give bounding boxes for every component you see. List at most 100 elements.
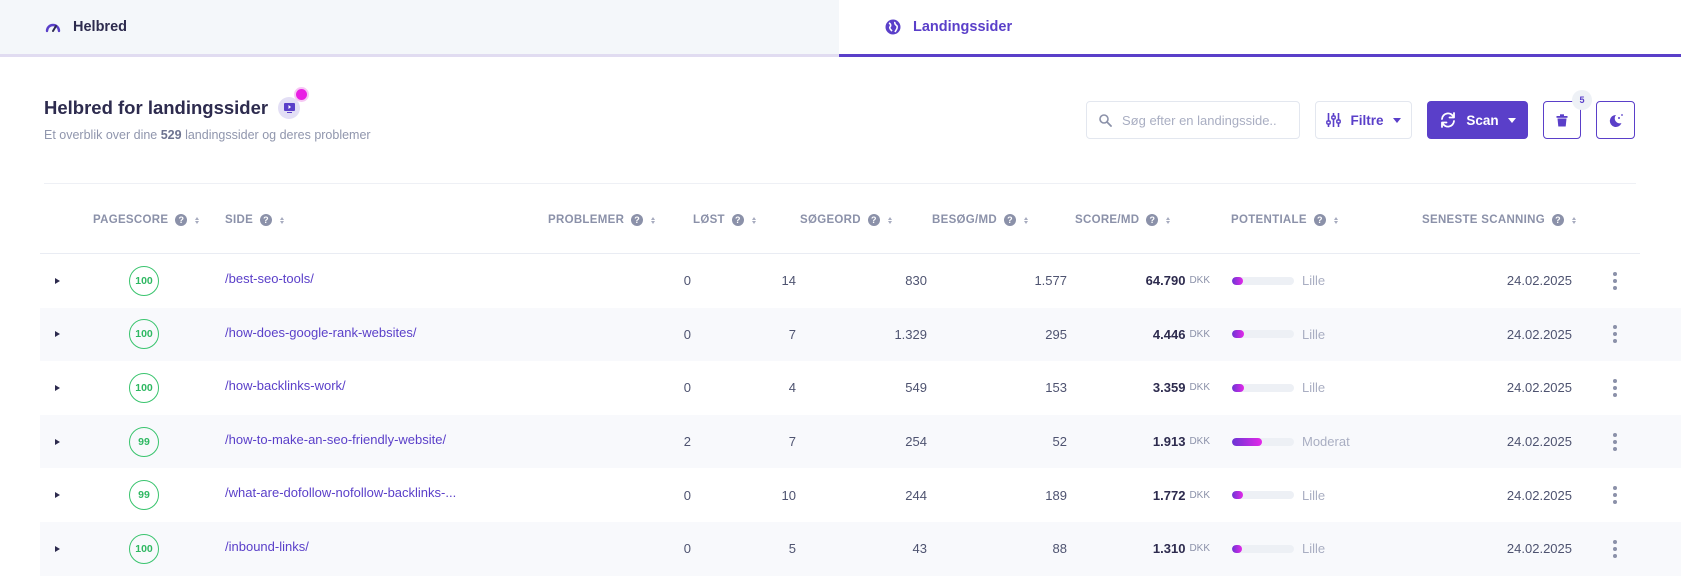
potential-bar: [1232, 437, 1294, 446]
trash-button[interactable]: 5: [1543, 90, 1592, 139]
scan-label: Scan: [1466, 112, 1499, 128]
visits-cell: 88: [1052, 541, 1067, 557]
potential-bar-fill: [1232, 544, 1242, 553]
row-menu-button[interactable]: [1610, 415, 1620, 469]
currency-label: DKK: [1189, 436, 1210, 448]
help-icon[interactable]: ?: [1313, 214, 1326, 226]
expand-row-toggle[interactable]: [55, 308, 65, 362]
column-header-besog[interactable]: BESØG/MD?: [932, 213, 1029, 227]
tab-helbred[interactable]: Helbred: [0, 0, 839, 57]
keywords-cell: 549: [905, 380, 927, 396]
page-link[interactable]: /how-to-make-an-seo-friendly-website/: [225, 415, 446, 469]
row-menu-button[interactable]: [1610, 468, 1620, 522]
potential-bar-fill: [1232, 276, 1244, 285]
visits-cell: 52: [1052, 434, 1067, 450]
help-icon[interactable]: ?: [175, 214, 188, 226]
caret-right-icon: [55, 384, 60, 391]
potential-bar: [1232, 330, 1294, 339]
page-link[interactable]: /what-are-dofollow-nofollow-backlinks-..…: [225, 468, 456, 522]
row-menu-button[interactable]: [1610, 361, 1620, 415]
sliders-icon: [1326, 113, 1342, 127]
column-header-problemer[interactable]: PROBLEMER?: [548, 213, 656, 227]
currency-label: DKK: [1189, 328, 1210, 340]
tab-landingssider[interactable]: Landingssider: [839, 0, 1681, 57]
potential-label: Lille: [1302, 487, 1326, 503]
video-tutorial-button[interactable]: [278, 89, 308, 119]
sort-icon: [195, 216, 200, 224]
pagescore-badge: 100: [129, 319, 159, 350]
column-header-seneste-scanning[interactable]: SENESTE SCANNING?: [1422, 213, 1577, 227]
potential-bar-fill: [1232, 383, 1245, 392]
more-vertical-icon: [1613, 432, 1617, 451]
more-vertical-icon: [1613, 271, 1617, 290]
column-header-lost[interactable]: LØST?: [693, 213, 756, 227]
value-amount: 64.790: [1145, 273, 1186, 289]
help-icon[interactable]: ?: [1552, 214, 1565, 226]
column-header-score-md[interactable]: SCORE/MD?: [1075, 213, 1171, 227]
column-header-side[interactable]: SIDE?: [225, 213, 285, 227]
potential-cell: Lille: [1232, 361, 1382, 415]
potential-label: Lille: [1302, 326, 1326, 342]
pagescore-badge: 99: [129, 426, 159, 457]
expand-row-toggle[interactable]: [55, 415, 65, 469]
more-vertical-icon: [1613, 539, 1617, 558]
page-link[interactable]: /best-seo-tools/: [225, 254, 314, 308]
dark-mode-button[interactable]: [1596, 101, 1635, 139]
currency-label: DKK: [1189, 382, 1210, 394]
caret-right-icon: [55, 331, 60, 338]
row-menu-button[interactable]: [1610, 254, 1620, 308]
currency-label: DKK: [1189, 543, 1210, 555]
scan-button[interactable]: Scan: [1427, 101, 1528, 139]
more-vertical-icon: [1613, 486, 1617, 505]
help-icon[interactable]: ?: [867, 214, 880, 226]
row-menu-button[interactable]: [1610, 308, 1620, 362]
help-icon[interactable]: ?: [1146, 214, 1159, 226]
value-cell: 1.772 DKK: [1100, 468, 1210, 522]
help-icon[interactable]: ?: [631, 214, 644, 226]
caret-right-icon: [55, 438, 60, 445]
sort-icon: [1166, 216, 1171, 224]
column-header-potentiale[interactable]: POTENTIALE?: [1231, 213, 1338, 227]
value-amount: 1.310: [1152, 541, 1186, 557]
column-label: SIDE: [225, 214, 254, 226]
value-cell: 3.359 DKK: [1100, 361, 1210, 415]
potential-cell: Lille: [1232, 254, 1382, 308]
filter-button[interactable]: Filtre: [1315, 101, 1412, 139]
sort-icon: [651, 216, 656, 224]
table-body: 100 /best-seo-tools/ 0 14 830 1.577 64.7…: [40, 254, 1681, 576]
potential-bar-fill: [1232, 491, 1244, 500]
expand-row-toggle[interactable]: [55, 468, 65, 522]
pagescore-badge: 100: [129, 265, 159, 296]
column-label: LØST: [693, 214, 725, 226]
pagescore-cell: 100: [129, 308, 159, 362]
column-label: POTENTIALE: [1231, 214, 1307, 226]
page-link[interactable]: /inbound-links/: [225, 522, 309, 576]
keywords-cell: 254: [905, 434, 927, 450]
row-menu-button[interactable]: [1610, 522, 1620, 576]
potential-cell: Lille: [1232, 522, 1382, 576]
page-link[interactable]: /how-backlinks-work/: [225, 361, 346, 415]
column-header-pagescore[interactable]: PAGESCORE?: [93, 213, 200, 227]
search-field[interactable]: [1086, 101, 1300, 139]
problems-cell: 2: [683, 434, 691, 450]
page-link[interactable]: /how-does-google-rank-websites/: [225, 308, 416, 362]
chevron-down-icon: [1392, 117, 1401, 123]
last-scan-date: 24.02.2025: [1506, 541, 1572, 557]
value-amount: 4.446: [1152, 326, 1186, 342]
search-input[interactable]: [1122, 112, 1292, 128]
help-icon[interactable]: ?: [731, 214, 744, 226]
sort-icon: [1024, 216, 1029, 224]
expand-row-toggle[interactable]: [55, 361, 65, 415]
help-icon[interactable]: ?: [260, 214, 273, 226]
column-header-sogeord[interactable]: SØGEORD?: [800, 213, 892, 227]
tab-label: Landingssider: [913, 19, 1013, 35]
keywords-cell: 1.329: [894, 326, 927, 342]
expand-row-toggle[interactable]: [55, 522, 65, 576]
column-label: PAGESCORE: [93, 214, 169, 226]
pagescore-cell: 100: [129, 254, 159, 308]
expand-row-toggle[interactable]: [55, 254, 65, 308]
help-icon[interactable]: ?: [1004, 214, 1017, 226]
visits-cell: 153: [1045, 380, 1067, 396]
potential-cell: Moderat: [1232, 415, 1382, 469]
potential-label: Lille: [1302, 380, 1326, 396]
